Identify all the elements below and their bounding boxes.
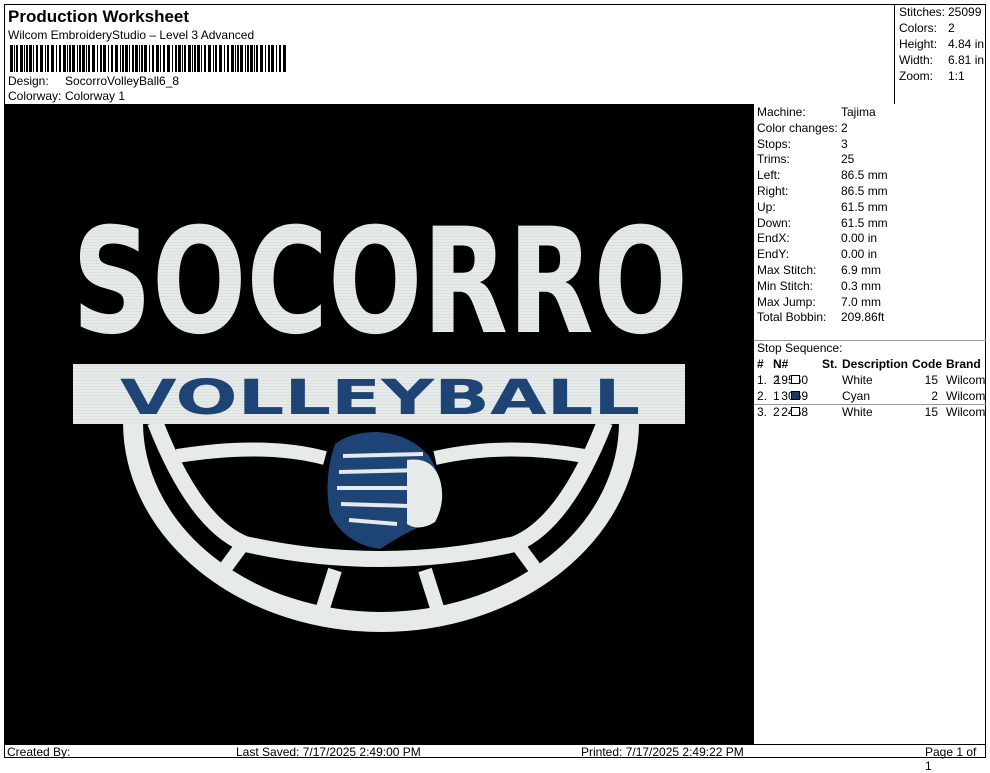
- stat-height: Height: 4.84 in: [899, 37, 985, 51]
- machine-info-row: Total Bobbin: 209.86ft: [757, 310, 884, 325]
- stat-stitches: Stitches: 25099: [899, 5, 982, 19]
- machine-info-row: Down: 61.5 mm: [757, 216, 888, 231]
- machine-info-value: 61.5 mm: [841, 199, 888, 214]
- stop-sequence-end-line: [754, 404, 986, 405]
- stop-description: Cyan: [842, 388, 871, 403]
- stop-sequence-row: 2.13069Cyan2Wilcom: [754, 388, 986, 404]
- stat-width: Width: 6.81 in: [899, 53, 985, 67]
- software-name: Wilcom EmbroideryStudio – Level 3 Advanc…: [8, 28, 255, 42]
- machine-info-value: 209.86ft: [841, 310, 885, 325]
- stop-sequence-section: Stop Sequence: # N# St. Description Code…: [754, 340, 986, 419]
- machine-info-label: Stops:: [757, 136, 792, 151]
- machine-info-row: Trims: 25: [757, 152, 854, 167]
- stop-brand: Wilcom: [946, 404, 986, 419]
- machine-info-label: EndY:: [757, 247, 790, 262]
- machine-info-row: Right: 86.5 mm: [757, 184, 888, 199]
- stop-sequence-row: 3.22468White15Wilcom: [754, 404, 986, 420]
- machine-info-value: 7.0 mm: [841, 294, 882, 309]
- machine-info-value: Tajima: [841, 105, 876, 119]
- machine-info-label: Max Stitch:: [757, 263, 817, 277]
- machine-info-label: Down:: [757, 215, 792, 230]
- design-label: Design:: [8, 74, 49, 88]
- machine-info-label: Machine:: [757, 105, 806, 119]
- stat-colors: Colors: 2: [899, 21, 955, 35]
- stop-n: 1: [773, 388, 780, 403]
- top-text: SOCORRO: [72, 197, 688, 367]
- mascot-head-emblem: [327, 432, 443, 549]
- machine-info-value: 61.5 mm: [841, 215, 888, 230]
- band-text: VOLLEYBALL: [120, 370, 640, 426]
- stop-n: 2: [773, 404, 780, 419]
- stop-brand: Wilcom: [946, 388, 986, 403]
- machine-info-label: Trims:: [757, 152, 790, 167]
- machine-info-row: Left: 86.5 mm: [757, 168, 888, 183]
- machine-info-label: Total Bobbin:: [757, 310, 827, 325]
- spoke-2: [314, 567, 342, 617]
- stop-sequence-title: Stop Sequence:: [757, 341, 843, 355]
- stop-description: White: [842, 373, 873, 387]
- design-name-row: Design: SocorroVolleyBall6_8: [8, 74, 179, 88]
- machine-info-value: 25: [841, 152, 855, 167]
- page-title: Production Worksheet: [8, 7, 190, 26]
- worksheet-header: Production Worksheet Wilcom EmbroiderySt…: [4, 4, 894, 104]
- stop-code: 15: [924, 373, 938, 387]
- design-value: SocorroVolleyBall6_8: [65, 74, 180, 88]
- machine-info-label: EndX:: [757, 231, 790, 246]
- machine-info-value: 86.5 mm: [841, 168, 888, 183]
- machine-info-row: Machine: Tajima: [757, 105, 876, 120]
- created-by: Created By:: [7, 745, 71, 759]
- design-stats: Stitches: 25099 Colors: 2 Height: 4.84 in W…: [894, 4, 986, 104]
- machine-info-label: Left:: [757, 168, 781, 183]
- machine-info-label: Max Jump:: [757, 294, 816, 309]
- machine-info-row: Up: 61.5 mm: [757, 200, 888, 215]
- machine-info-label: Min Stitch:: [757, 278, 814, 293]
- machine-info-value: 0.3 mm: [841, 278, 882, 293]
- spoke-1: [215, 539, 249, 579]
- stop-description: White: [842, 404, 873, 419]
- machine-info-row: Color changes: 2: [757, 121, 848, 136]
- machine-info-value: 6.9 mm: [841, 263, 882, 277]
- printed-date: Printed: 7/17/2025 2:49:22 PM: [581, 745, 744, 759]
- last-saved: Last Saved: 7/17/2025 2:49:00 PM: [236, 745, 421, 759]
- spoke-3: [418, 567, 446, 617]
- colorway-row: Colorway: Colorway 1: [8, 89, 125, 103]
- machine-info-panel: Machine: Tajima Color changes: 2 Stops: 3 Trim…: [753, 104, 986, 744]
- worksheet-footer: Created By: Last Saved: 7/17/2025 2:49:0…: [4, 744, 986, 773]
- machine-info-label: Up:: [757, 199, 776, 214]
- embroidery-artwork: SOCORRO VOLLEYBALL: [72, 197, 688, 632]
- machine-info-label: Right:: [757, 184, 789, 198]
- stop-code: 2: [931, 388, 938, 403]
- machine-info-value: 3: [841, 136, 848, 151]
- stop-num: 1.: [757, 373, 768, 387]
- stop-code: 15: [924, 404, 938, 419]
- design-preview: SOCORRO VOLLEYBALL: [5, 104, 753, 744]
- spoke-4: [511, 539, 545, 579]
- colorway-label: Colorway:: [8, 89, 62, 103]
- machine-info-row: Stops: 3: [757, 137, 848, 152]
- stop-num: 2.: [757, 388, 768, 403]
- machine-info-value: 0.00 in: [841, 231, 878, 246]
- machine-info-row: EndX: 0.00 in: [757, 231, 877, 246]
- colorway-value: Colorway 1: [65, 89, 126, 103]
- stop-sequence-header: # N# St. Description Code Brand: [757, 357, 981, 371]
- stop-num: 3.: [757, 404, 768, 419]
- machine-info-label: Color changes:: [757, 120, 838, 135]
- stat-zoom: Zoom: 1:1: [899, 69, 965, 83]
- color-swatch: [791, 375, 800, 384]
- color-swatch: [791, 390, 800, 400]
- machine-info-row: EndY: 0.00 in: [757, 247, 877, 262]
- machine-info-row: Min Stitch: 0.3 mm: [757, 279, 881, 294]
- stop-sequence-row: 1.219560White15Wilcom: [754, 372, 986, 388]
- machine-info-row: Max Stitch: 6.9 mm: [757, 263, 881, 278]
- machine-info-value: 0.00 in: [841, 247, 878, 262]
- page-number: Page 1 of 1: [925, 745, 977, 773]
- machine-info-row: Max Jump: 7.0 mm: [757, 295, 881, 310]
- barcode: [10, 45, 286, 72]
- machine-info-value: 86.5 mm: [841, 184, 888, 198]
- color-swatch: [791, 406, 800, 416]
- stop-brand: Wilcom: [946, 373, 986, 387]
- machine-info-value: 2: [841, 120, 848, 135]
